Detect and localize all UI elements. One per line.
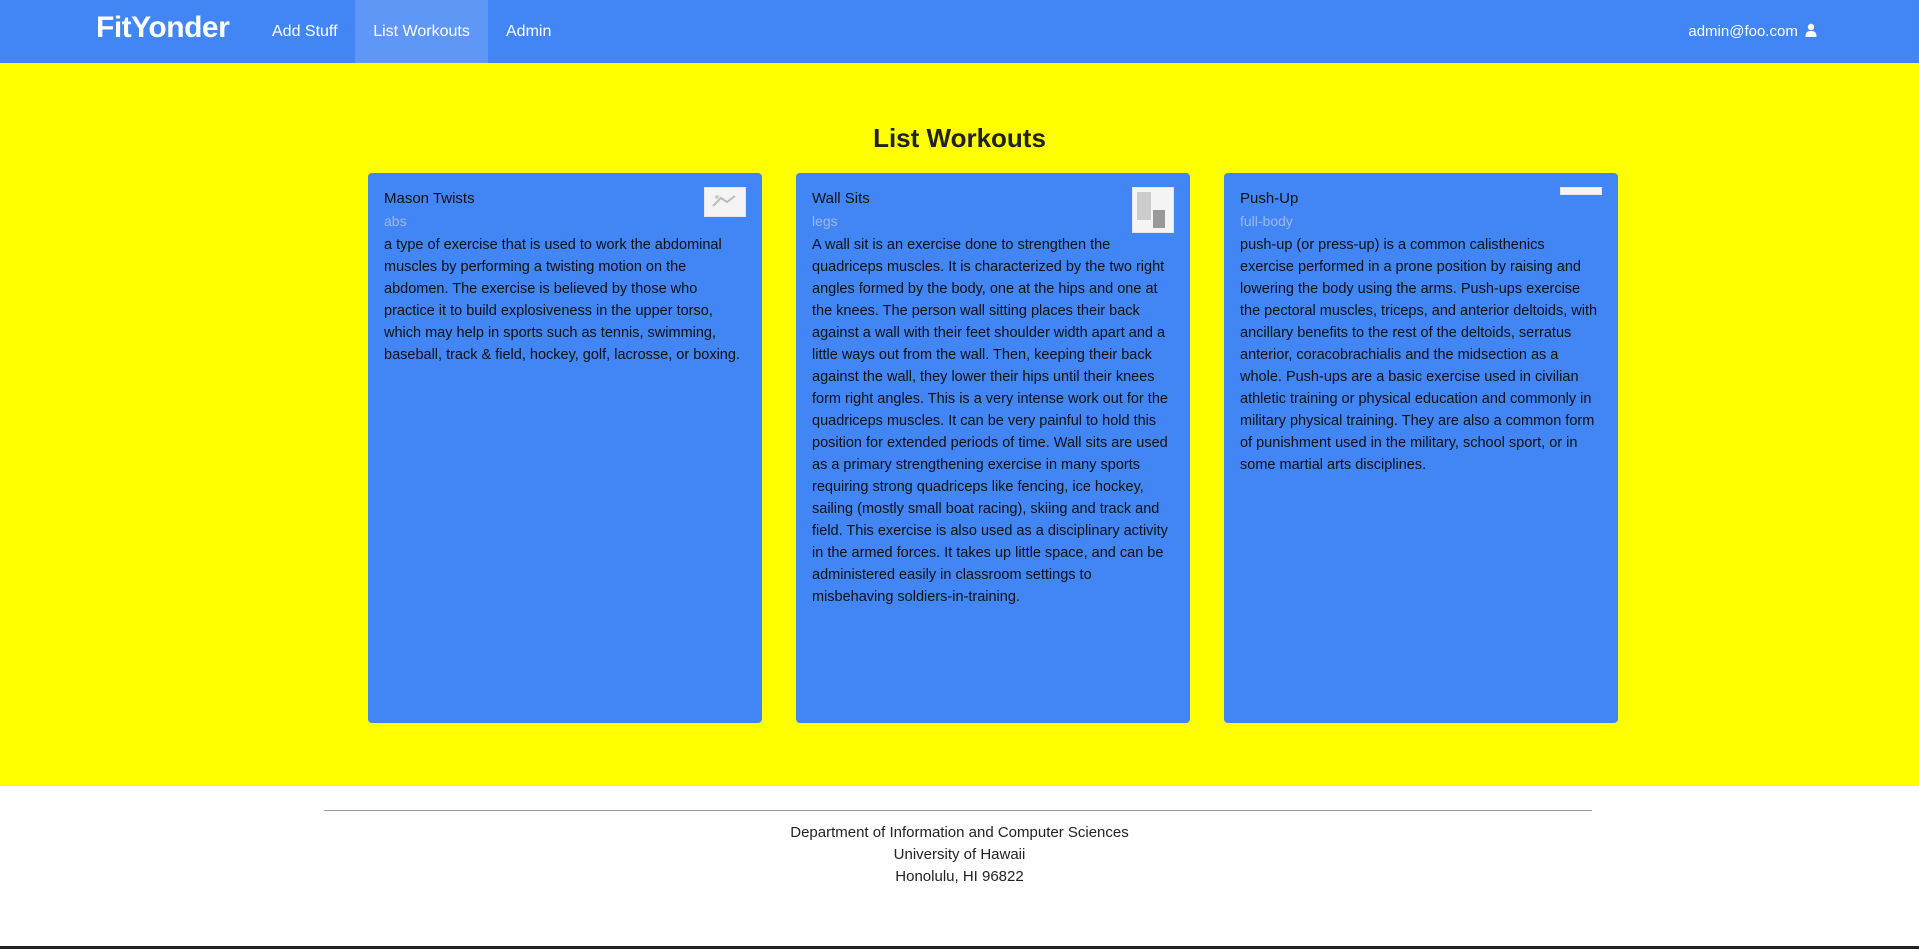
card-description: push-up (or press-up) is a common calist… bbox=[1240, 237, 1598, 473]
workout-card: Wall Sits legs A wall sit is an exercise… bbox=[796, 173, 1190, 723]
card-title: Mason Twists bbox=[384, 190, 475, 207]
footer-city: Honolulu, HI 96822 bbox=[895, 868, 1024, 885]
footer-department: Department of Information and Computer S… bbox=[790, 824, 1129, 841]
footer-divider bbox=[324, 810, 1592, 811]
user-icon bbox=[1805, 23, 1817, 37]
workout-card: Push-Up full-body push-up (or press-up) … bbox=[1224, 173, 1618, 723]
card-category: legs bbox=[812, 213, 838, 229]
footer: Department of Information and Computer S… bbox=[0, 786, 1919, 946]
nav-add-stuff[interactable]: Add Stuff bbox=[254, 0, 356, 63]
card-description: a type of exercise that is used to work … bbox=[384, 237, 740, 363]
card-category: full-body bbox=[1240, 213, 1293, 229]
main-content: List Workouts Mason Twists abs a type of… bbox=[0, 63, 1919, 786]
footer-address: Department of Information and Computer S… bbox=[0, 822, 1919, 888]
nav-admin[interactable]: Admin bbox=[488, 0, 569, 63]
workout-thumbnail bbox=[1132, 187, 1174, 233]
page-title: List Workouts bbox=[873, 123, 1046, 153]
nav-list-workouts[interactable]: List Workouts bbox=[355, 0, 488, 63]
workout-image-icon bbox=[1137, 192, 1165, 228]
workout-image-icon bbox=[712, 195, 736, 207]
card-title: Push-Up bbox=[1240, 190, 1299, 207]
card-title: Wall Sits bbox=[812, 190, 870, 207]
workout-card: Mason Twists abs a type of exercise that… bbox=[368, 173, 762, 723]
user-email: admin@foo.com bbox=[1688, 23, 1798, 40]
workout-thumbnail bbox=[1560, 187, 1602, 195]
workout-thumbnail bbox=[704, 187, 746, 217]
user-menu[interactable]: admin@foo.com bbox=[1688, 0, 1817, 63]
brand-logo[interactable]: FitYonder bbox=[96, 11, 230, 45]
card-description: A wall sit is an exercise done to streng… bbox=[812, 237, 1168, 605]
top-navbar: FitYonder Add Stuff List Workouts Admin … bbox=[0, 0, 1919, 63]
card-category: abs bbox=[384, 213, 407, 229]
footer-university: University of Hawaii bbox=[893, 846, 1026, 863]
